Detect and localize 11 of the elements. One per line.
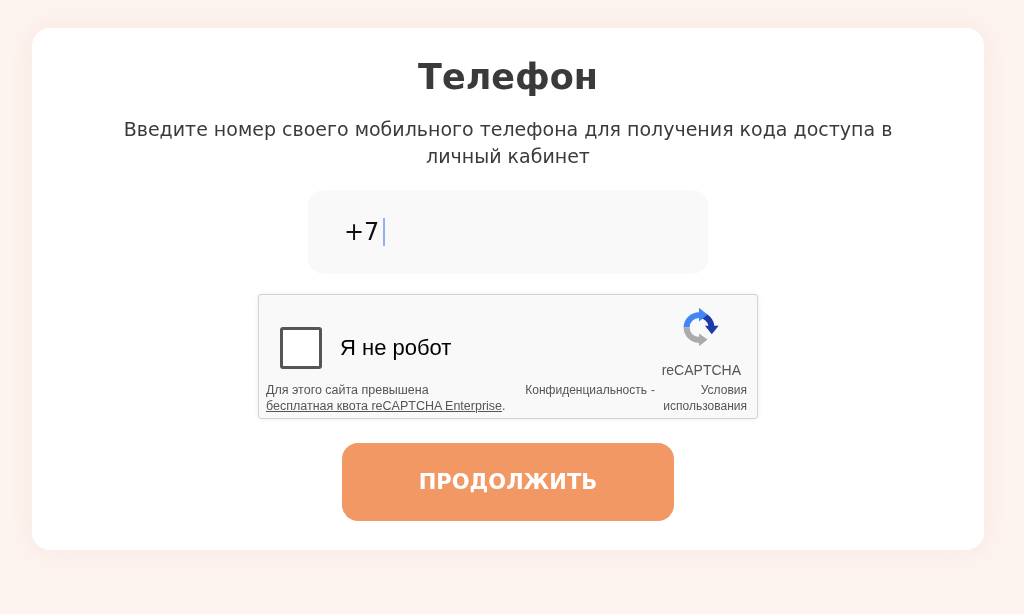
quota-link[interactable]: бесплатная квота reCAPTCHA Enterprise	[266, 399, 503, 413]
phone-field[interactable]: +7	[308, 190, 708, 274]
link-separator: -	[651, 382, 655, 398]
terms-link[interactable]: Условия использования	[659, 382, 747, 414]
page-title: Телефон	[418, 56, 598, 99]
captcha-label: Я не робот	[340, 335, 452, 361]
privacy-link[interactable]: Конфиденциальность	[525, 382, 647, 398]
description-text: Введите номер своего мобильного телефона для получения кода доступа в личный кабинет	[122, 117, 894, 169]
captcha-checkbox[interactable]	[280, 327, 322, 369]
recaptcha-brand: reCAPTCHA	[661, 362, 741, 378]
quota-notice: Для этого сайта превышена бесплатная квота reCAPTCHA Enterprise.	[266, 382, 506, 414]
